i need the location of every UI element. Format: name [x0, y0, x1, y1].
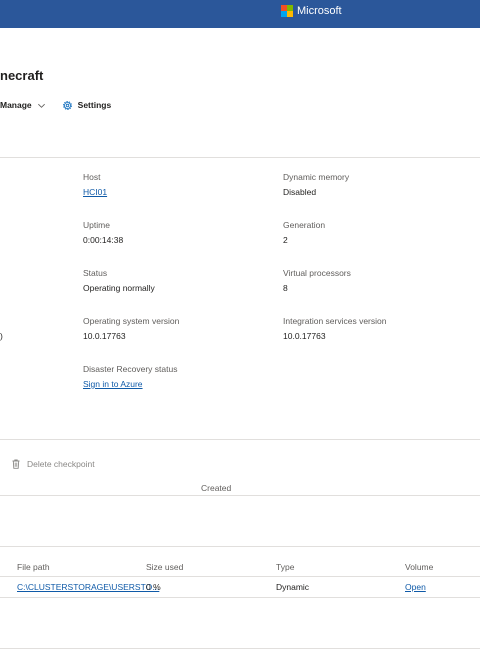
os-version-field: Operating system version 10.0.17763 [83, 316, 179, 342]
uptime-field: Uptime 0:00:14:38 [83, 220, 123, 246]
generation-label: Generation [283, 220, 326, 230]
page-title: necraft [0, 68, 44, 83]
integration-version-field: Integration services version 10.0.17763 [283, 316, 386, 342]
toolbar: Manage Settings [0, 98, 111, 112]
gear-icon [62, 100, 72, 110]
host-label: Host [83, 172, 101, 182]
os-version-label: Operating system version [83, 316, 180, 326]
sign-in-to-azure-link[interactable]: Sign in to Azure [83, 379, 177, 390]
top-bar: Microsoft [0, 0, 480, 28]
host-field: Host HCI01 [83, 172, 107, 198]
integration-version-value: 10.0.17763 [283, 331, 326, 341]
trash-icon [12, 459, 20, 469]
size-used-value: 0 % [146, 582, 161, 592]
microsoft-logo-icon [281, 5, 293, 17]
volume-column-header[interactable]: Volume [405, 562, 433, 572]
size-used-column-header[interactable]: Size used [146, 562, 183, 572]
divider [0, 439, 480, 440]
host-link[interactable]: HCI01 [83, 187, 107, 198]
manage-label: Manage [0, 100, 32, 110]
settings-button[interactable]: Settings [62, 100, 112, 111]
status-value: Operating normally [83, 283, 155, 293]
file-path-link[interactable]: C:\CLUSTERSTORAGE\USERSTO... [17, 582, 159, 592]
divider [0, 597, 480, 598]
table-row[interactable]: C:\CLUSTERSTORAGE\USERSTO... 0 % Dynamic… [0, 577, 480, 597]
delete-checkpoint-label: Delete checkpoint [27, 459, 95, 469]
os-version-value: 10.0.17763 [83, 331, 126, 341]
uptime-label: Uptime [83, 220, 110, 230]
divider [0, 648, 480, 649]
dynamic-memory-label: Dynamic memory [283, 172, 350, 182]
disaster-recovery-field: Disaster Recovery status Sign in to Azur… [83, 364, 177, 390]
cut-off-text: ) [0, 331, 3, 341]
virtual-processors-label: Virtual processors [283, 268, 351, 278]
brand-text: Microsoft [297, 5, 342, 17]
delete-checkpoint-button[interactable]: Delete checkpoint [12, 459, 95, 469]
uptime-value: 0:00:14:38 [83, 235, 124, 245]
type-column-header[interactable]: Type [276, 562, 294, 572]
settings-label: Settings [77, 100, 112, 110]
file-path-column-header[interactable]: File path [17, 562, 50, 572]
manage-button[interactable]: Manage [0, 100, 46, 110]
dynamic-memory-value: Disabled [283, 187, 317, 197]
microsoft-brand[interactable]: Microsoft [281, 5, 342, 17]
table-header-row: File path Size used Type Volume [0, 556, 480, 576]
disaster-recovery-label: Disaster Recovery status [83, 364, 178, 374]
generation-value: 2 [283, 235, 288, 245]
divider [0, 546, 480, 547]
logo-square-yellow [287, 11, 293, 17]
disk-type-value: Dynamic [276, 582, 310, 592]
dynamic-memory-field: Dynamic memory Disabled [283, 172, 349, 198]
created-column-header[interactable]: Created [201, 483, 231, 493]
divider [0, 157, 480, 158]
generation-field: Generation 2 [283, 220, 325, 246]
divider [0, 495, 480, 496]
status-field: Status Operating normally [83, 268, 155, 294]
virtual-processors-value: 8 [283, 283, 288, 293]
integration-version-label: Integration services version [283, 316, 387, 326]
open-volume-link[interactable]: Open [405, 582, 426, 592]
status-label: Status [83, 268, 108, 278]
virtual-processors-field: Virtual processors 8 [283, 268, 351, 294]
disks-table: File path Size used Type Volume C:\CLUST… [0, 556, 480, 598]
chevron-down-icon [37, 103, 45, 108]
